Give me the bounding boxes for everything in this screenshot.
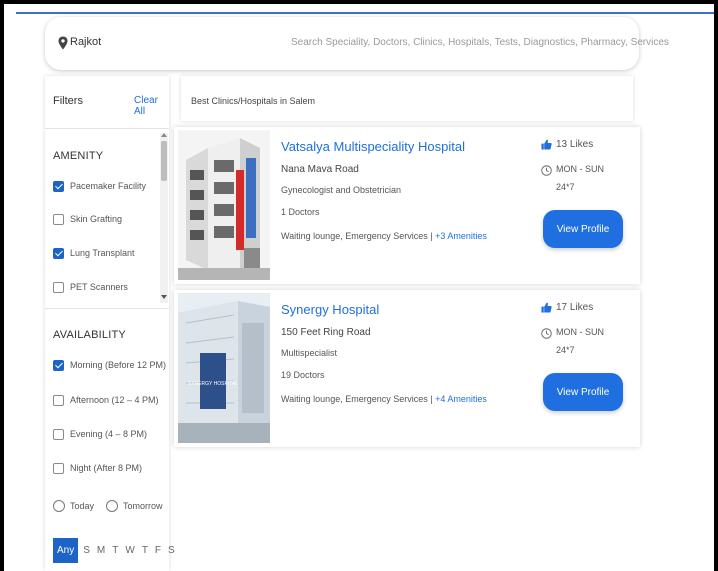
opening-hours: MON - SUN [541,327,604,339]
hospital-address: 150 Feet Ring Road [281,327,371,338]
hospital-name-link[interactable]: Vatsalya Multispeciality Hospital [281,139,465,154]
availability-evening-checkbox[interactable]: Evening (4 – 8 PM) [53,426,147,442]
filters-title: Filters [53,95,83,107]
amenity-scrollbar[interactable] [160,133,168,303]
amenity-pet-scanners-checkbox[interactable]: PET Scanners [53,279,128,295]
scroll-down-icon[interactable] [161,295,167,299]
availability-night-checkbox[interactable]: Night (After 8 PM) [53,460,142,476]
amenity-lung-transplant-checkbox[interactable]: Lung Transplant [53,245,135,261]
availability-morning-checkbox[interactable]: Morning (Before 12 PM) [53,357,166,373]
clock-icon [541,328,552,339]
day-any-button[interactable]: Any [53,537,79,563]
divider [45,308,169,309]
thumbs-up-icon[interactable] [541,302,552,313]
hospital-building-image: SYNERGY HOSPITAL [178,293,270,443]
radio-tomorrow[interactable] [106,500,119,512]
amenities-text: Waiting lounge, Emergency Services | [281,394,433,404]
opening-hours: MON - SUN [541,164,604,176]
hospital-doctor-count: 19 Doctors [281,370,325,380]
day-saturday-button[interactable]: S [168,545,175,556]
day-monday-button[interactable]: M [97,545,105,556]
location-pin-icon[interactable] [57,36,69,50]
top-divider [16,12,714,14]
likes-count: 17 Likes [556,302,594,313]
scrollbar-thumb[interactable] [161,141,167,181]
day-radio-group: Today Tomorrow [53,500,175,512]
radio-today[interactable] [53,500,65,512]
thumbs-up-icon[interactable] [541,139,552,150]
view-profile-button[interactable]: View Profile [543,210,623,248]
hospital-card: SYNERGY HOSPITAL Synergy Hospital 150 Fe… [174,290,640,447]
weekday-selector: Any S M T W T F S [53,536,182,564]
results-heading: Best Clinics/Hospitals in Salem [181,76,633,121]
more-amenities-link[interactable]: +3 Amenities [435,231,487,241]
hospital-sign-text: SYNERGY HOSPITAL [188,381,238,387]
hospital-address: Nana Mava Road [281,164,359,175]
likes-count: 13 Likes [556,139,594,150]
hospital-speciality: Multispecialist [281,348,338,358]
opening-time: 24*7 [556,182,575,192]
search-bar: Rajkot Search Speciality, Doctors, Clini… [45,17,669,70]
hospital-building-image [178,130,270,280]
availability-afternoon-checkbox[interactable]: Afternoon (12 – 4 PM) [53,392,159,408]
hospital-photo[interactable]: SYNERGY HOSPITAL [178,293,270,443]
checkbox-checked[interactable] [53,247,64,259]
filters-header: Filters Clear All [45,76,169,128]
divider [45,128,169,129]
checkbox-checked[interactable] [53,180,64,192]
results-heading-text: Best Clinics/Hospitals in Salem [191,96,316,106]
filters-panel: Filters Clear All AMENITY Pacemaker Faci… [45,76,175,571]
likes: 13 Likes [541,139,593,150]
opening-time: 24*7 [556,345,575,355]
availability-title: AVAILABILITY [53,329,126,341]
amenities-text: Waiting lounge, Emergency Services | [281,231,433,241]
location-value[interactable]: Rajkot [70,36,101,48]
hospital-card: Vatsalya Multispeciality Hospital Nana M… [174,127,640,284]
hospital-doctor-count: 1 Doctors [281,207,320,217]
clear-all-button[interactable]: Clear All [134,95,169,117]
checkbox[interactable] [53,428,64,440]
amenity-skin-grafting-checkbox[interactable]: Skin Grafting [53,211,122,227]
day-thursday-button[interactable]: T [142,545,148,556]
search-input[interactable]: Search Speciality, Doctors, Clinics, Hos… [291,37,669,48]
hospital-amenities: Waiting lounge, Emergency Services | +3 … [281,231,487,241]
radio-today-label[interactable]: Today [70,501,94,511]
checkbox[interactable] [53,213,64,225]
day-tuesday-button[interactable]: T [112,545,118,556]
day-friday-button[interactable]: F [155,545,161,556]
day-sunday-button[interactable]: S [83,545,90,556]
checkbox[interactable] [53,281,64,293]
radio-tomorrow-label[interactable]: Tomorrow [123,501,163,511]
amenity-title: AMENITY [53,150,104,162]
amenity-pacemaker-checkbox[interactable]: Pacemaker Facility [53,178,146,194]
more-amenities-link[interactable]: +4 Amenities [435,394,487,404]
likes: 17 Likes [541,302,593,313]
clock-icon [541,165,552,176]
scroll-up-icon[interactable] [161,133,167,137]
view-profile-button[interactable]: View Profile [543,373,623,411]
opening-days: MON - SUN [556,327,604,337]
hospital-amenities: Waiting lounge, Emergency Services | +4 … [281,394,487,404]
checkbox-checked[interactable] [53,359,64,371]
opening-days: MON - SUN [556,164,604,174]
hospital-name-link[interactable]: Synergy Hospital [281,302,379,317]
hospital-speciality: Gynecologist and Obstetrician [281,185,402,195]
hospital-photo[interactable] [178,130,270,280]
page: Rajkot Search Speciality, Doctors, Clini… [4,4,714,571]
checkbox[interactable] [53,462,64,474]
day-wednesday-button[interactable]: W [125,545,134,556]
checkbox[interactable] [53,394,64,406]
